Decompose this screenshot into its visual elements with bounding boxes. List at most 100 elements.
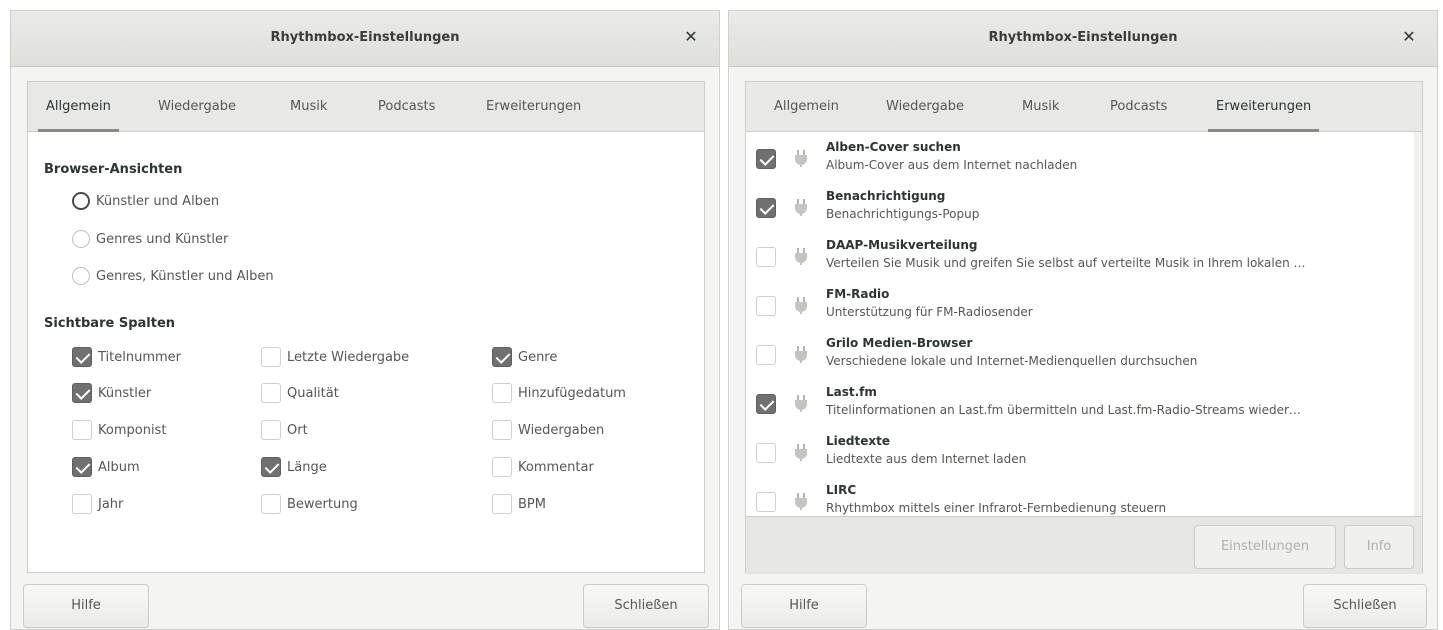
column-album[interactable]: Album (72, 456, 140, 478)
radio-button[interactable] (72, 230, 90, 248)
dialog-title: Rhythmbox-Einstellungen (988, 30, 1178, 45)
checkbox[interactable] (72, 420, 92, 440)
column-rating[interactable]: Bewertung (261, 493, 358, 515)
plugin-row-lyrics[interactable]: Liedtexte Liedtexte aus dem Internet lad… (746, 426, 1422, 475)
column-track-number[interactable]: Titelnummer (72, 346, 181, 368)
close-icon[interactable]: ✕ (681, 27, 701, 47)
checkbox-label: Letzte Wiedergabe (287, 349, 410, 365)
plugin-name: Grilo Medien-Browser (826, 336, 973, 350)
radio-genres-artists-albums[interactable]: Genres, Künstler und Alben (72, 265, 274, 287)
plugin-settings-button[interactable]: Einstellungen (1194, 525, 1336, 569)
plugin-description: Verteilen Sie Musik und greifen Sie selb… (826, 256, 1306, 270)
scrollbar[interactable] (1414, 132, 1422, 516)
plugin-row-album-art[interactable]: Alben-Cover suchen Album-Cover aus dem I… (746, 132, 1422, 181)
checkbox[interactable] (72, 383, 92, 403)
tab-music[interactable]: Musik (1022, 82, 1059, 132)
tab-content: Allgemein Wiedergabe Musik Podcasts Erwe… (745, 81, 1423, 574)
checkbox[interactable] (261, 494, 281, 514)
checkbox-label: Bewertung (287, 496, 358, 512)
column-comment[interactable]: Kommentar (492, 456, 594, 478)
checkbox[interactable] (261, 347, 281, 367)
plugin-row-lirc[interactable]: LIRC Rhythmbox mittels einer Infrarot-Fe… (746, 475, 1422, 516)
column-last-played[interactable]: Letzte Wiedergabe (261, 346, 409, 368)
plugin-name: DAAP-Musikverteilung (826, 238, 978, 252)
column-duration[interactable]: Länge (261, 456, 327, 478)
plugin-icon (795, 395, 807, 412)
tab-playback[interactable]: Wiedergabe (886, 82, 964, 132)
plugin-enable-checkbox[interactable] (756, 345, 776, 365)
checkbox[interactable] (492, 457, 512, 477)
radio-label: Künstler und Alben (96, 193, 220, 209)
plugin-row-grilo[interactable]: Grilo Medien-Browser Verschiedene lokale… (746, 328, 1422, 377)
checkbox[interactable] (72, 494, 92, 514)
tab-playback[interactable]: Wiedergabe (158, 82, 236, 132)
plugin-icon (795, 346, 807, 363)
plugin-row-daap[interactable]: DAAP-Musikverteilung Verteilen Sie Musik… (746, 230, 1422, 279)
help-button[interactable]: Hilfe (23, 584, 149, 628)
radio-button[interactable] (72, 267, 90, 285)
column-location[interactable]: Ort (261, 419, 308, 441)
close-icon[interactable]: ✕ (1399, 27, 1419, 47)
column-bpm[interactable]: BPM (492, 493, 546, 515)
radio-button[interactable] (72, 192, 90, 210)
checkbox-label: Komponist (98, 422, 167, 438)
plugin-description: Album-Cover aus dem Internet nachladen (826, 158, 1078, 172)
plugin-description: Rhythmbox mittels einer Infrarot-Fernbed… (826, 501, 1167, 515)
tab-general[interactable]: Allgemein (774, 82, 839, 132)
plugin-icon (795, 150, 807, 167)
checkbox[interactable] (72, 347, 92, 367)
plugin-enable-checkbox[interactable] (756, 394, 776, 414)
help-button[interactable]: Hilfe (741, 584, 867, 628)
plugin-name: Liedtexte (826, 434, 890, 448)
plugin-row-fm-radio[interactable]: FM-Radio Unterstützung für FM-Radiosende… (746, 279, 1422, 328)
plugin-enable-checkbox[interactable] (756, 492, 776, 512)
plugin-name: Benachrichtigung (826, 189, 946, 203)
plugin-icon (795, 199, 807, 216)
column-quality[interactable]: Qualität (261, 382, 339, 404)
column-year[interactable]: Jahr (72, 493, 123, 515)
plugin-icon (795, 444, 807, 461)
checkbox-label: Genre (518, 349, 558, 365)
checkbox[interactable] (492, 347, 512, 367)
close-button[interactable]: Schließen (1303, 584, 1427, 628)
plugin-enable-checkbox[interactable] (756, 247, 776, 267)
plugin-enable-checkbox[interactable] (756, 198, 776, 218)
plugin-description: Verschiedene lokale und Internet-Medienq… (826, 354, 1198, 368)
tab-general[interactable]: Allgemein (38, 82, 119, 132)
checkbox[interactable] (492, 494, 512, 514)
column-play-count[interactable]: Wiedergaben (492, 419, 604, 441)
plugin-enable-checkbox[interactable] (756, 149, 776, 169)
tab-extensions[interactable]: Erweiterungen (486, 82, 581, 132)
checkbox-label: Ort (287, 422, 308, 438)
tab-podcasts[interactable]: Podcasts (378, 82, 435, 132)
close-button[interactable]: Schließen (583, 584, 709, 628)
tab-extensions[interactable]: Erweiterungen (1207, 82, 1320, 132)
plugin-info-button[interactable]: Info (1344, 525, 1414, 569)
column-date-added[interactable]: Hinzufügedatum (492, 382, 626, 404)
preferences-dialog-extensions: Rhythmbox-Einstellungen ✕ Allgemein Wied… (728, 10, 1438, 630)
plugin-row-lastfm[interactable]: Last.fm Titelinformationen an Last.fm üb… (746, 377, 1422, 426)
dialog-titlebar: Rhythmbox-Einstellungen ✕ (11, 11, 719, 67)
checkbox[interactable] (261, 383, 281, 403)
radio-artists-albums[interactable]: Künstler und Alben (72, 190, 219, 212)
checkbox[interactable] (72, 457, 92, 477)
plugin-row-notification[interactable]: Benachrichtigung Benachrichtigungs-Popup (746, 181, 1422, 230)
visible-columns-heading: Sichtbare Spalten (44, 316, 176, 331)
radio-genres-artists[interactable]: Genres und Künstler (72, 228, 228, 250)
column-genre[interactable]: Genre (492, 346, 557, 368)
plugin-list[interactable]: Alben-Cover suchen Album-Cover aus dem I… (746, 132, 1422, 516)
checkbox[interactable] (492, 383, 512, 403)
column-composer[interactable]: Komponist (72, 419, 166, 441)
column-artist[interactable]: Künstler (72, 382, 151, 404)
tab-bar: Allgemein Wiedergabe Musik Podcasts Erwe… (746, 82, 1422, 132)
checkbox[interactable] (261, 457, 281, 477)
plugin-enable-checkbox[interactable] (756, 296, 776, 316)
plugin-icon (795, 493, 807, 510)
checkbox[interactable] (492, 420, 512, 440)
checkbox-label: Titelnummer (98, 349, 182, 365)
tab-music[interactable]: Musik (290, 82, 327, 132)
tab-podcasts[interactable]: Podcasts (1110, 82, 1167, 132)
preferences-dialog-general: Rhythmbox-Einstellungen ✕ Allgemein Wied… (10, 10, 720, 630)
checkbox[interactable] (261, 420, 281, 440)
plugin-enable-checkbox[interactable] (756, 443, 776, 463)
